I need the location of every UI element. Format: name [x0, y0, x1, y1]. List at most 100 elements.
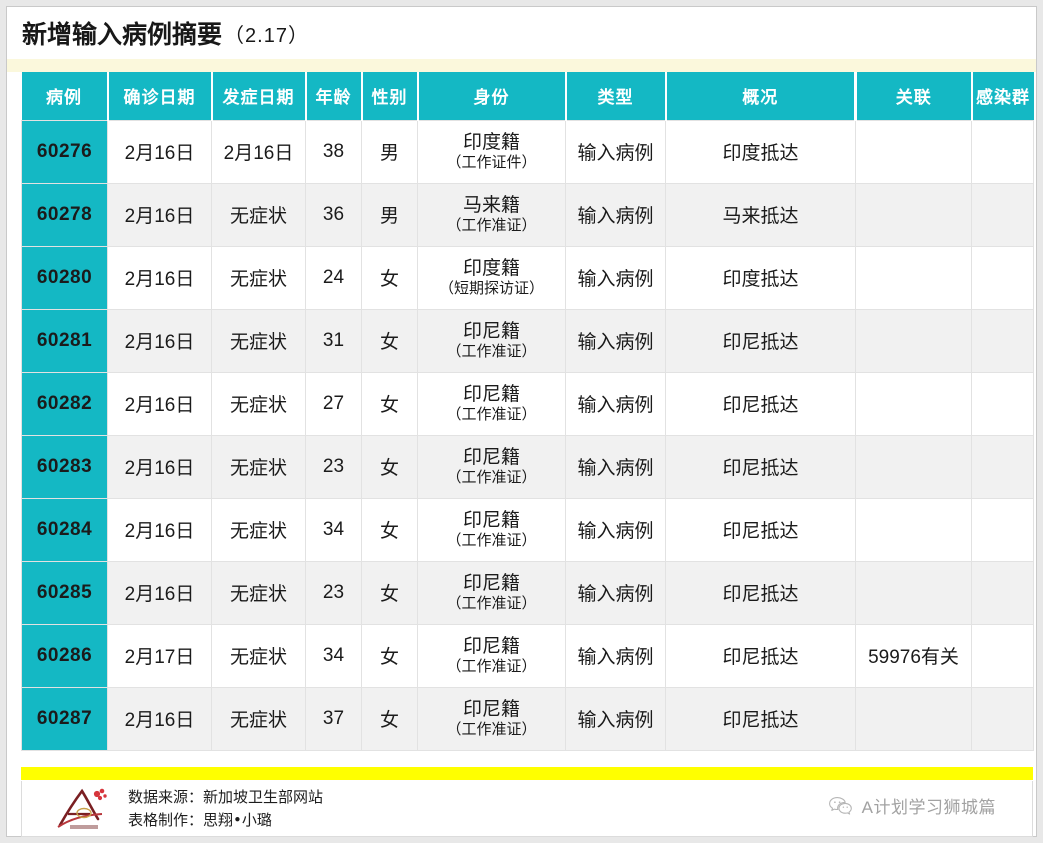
- wechat-account-name: A计划学习狮城篇: [862, 793, 996, 818]
- cell-cluster: [972, 624, 1034, 687]
- cell-age: 23: [306, 435, 362, 498]
- table-row: 602852月16日无症状23女印尼籍（工作准证）输入病例印尼抵达: [22, 561, 1034, 624]
- cell-gender: 女: [362, 372, 418, 435]
- table-row: 602832月16日无症状23女印尼籍（工作准证）输入病例印尼抵达: [22, 435, 1034, 498]
- cell-cluster: [972, 561, 1034, 624]
- table-body: 602762月16日2月16日38男印度籍（工作证件）输入病例印度抵达60278…: [22, 120, 1034, 750]
- cell-gender: 女: [362, 309, 418, 372]
- cell-identity: 印度籍（短期探访证）: [418, 246, 566, 309]
- footer-author-line: 表格制作：思翔•小璐: [128, 809, 323, 832]
- cell-confirm-date: 2月16日: [108, 498, 212, 561]
- cell-case-id: 60282: [22, 372, 108, 435]
- cell-summary: 印尼抵达: [666, 372, 856, 435]
- cell-confirm-date: 2月16日: [108, 687, 212, 750]
- footer-credit-text: 数据来源：新加坡卫生部网站 表格制作：思翔•小璐: [128, 786, 323, 833]
- cell-case-type: 输入病例: [566, 624, 666, 687]
- cell-link: [856, 246, 972, 309]
- column-header-identity: 身份: [418, 72, 566, 120]
- cell-onset-date: 无症状: [212, 624, 306, 687]
- cell-age: 24: [306, 246, 362, 309]
- cell-onset-date: 无症状: [212, 435, 306, 498]
- cell-identity: 印尼籍（工作准证）: [418, 435, 566, 498]
- case-summary-table: 病例 确诊日期 发症日期 年龄 性别 身份 类型 概况 关联 感染群 60276…: [21, 72, 1034, 751]
- cell-age: 34: [306, 624, 362, 687]
- cell-cluster: [972, 498, 1034, 561]
- column-header-case: 病例: [22, 72, 108, 120]
- cell-link: [856, 309, 972, 372]
- footer-bar: 数据来源：新加坡卫生部网站 表格制作：思翔•小璐 A计划学习狮城篇: [21, 781, 1033, 837]
- cell-age: 38: [306, 120, 362, 183]
- cell-summary: 马来抵达: [666, 183, 856, 246]
- cell-confirm-date: 2月16日: [108, 183, 212, 246]
- cell-confirm-date: 2月16日: [108, 120, 212, 183]
- identity-nationality: 印度籍: [422, 132, 561, 153]
- identity-nationality: 印尼籍: [422, 636, 561, 657]
- cell-case-type: 输入病例: [566, 687, 666, 750]
- cell-gender: 男: [362, 183, 418, 246]
- cell-confirm-date: 2月16日: [108, 372, 212, 435]
- column-header-onset: 发症日期: [212, 72, 306, 120]
- identity-nationality: 印度籍: [422, 258, 561, 279]
- cell-age: 36: [306, 183, 362, 246]
- cell-link: [856, 183, 972, 246]
- cell-onset-date: 无症状: [212, 561, 306, 624]
- a-plan-logo-icon: [54, 785, 116, 833]
- cell-case-id: 60286: [22, 624, 108, 687]
- identity-nationality: 印尼籍: [422, 699, 561, 720]
- cell-cluster: [972, 183, 1034, 246]
- cell-case-type: 输入病例: [566, 183, 666, 246]
- cell-link: [856, 498, 972, 561]
- identity-pass-type: （工作准证）: [422, 406, 561, 423]
- cell-confirm-date: 2月16日: [108, 435, 212, 498]
- wechat-account-block: A计划学习狮城篇: [828, 793, 996, 818]
- cell-case-id: 60284: [22, 498, 108, 561]
- footer-credit-block: 数据来源：新加坡卫生部网站 表格制作：思翔•小璐: [54, 785, 323, 833]
- cell-summary: 印尼抵达: [666, 309, 856, 372]
- cell-onset-date: 2月16日: [212, 120, 306, 183]
- table-row: 602842月16日无症状34女印尼籍（工作准证）输入病例印尼抵达: [22, 498, 1034, 561]
- cell-case-type: 输入病例: [566, 372, 666, 435]
- cell-case-type: 输入病例: [566, 246, 666, 309]
- page-title-bar: 新增输入病例摘要 （2.17）: [7, 7, 1036, 59]
- cell-identity: 印尼籍（工作准证）: [418, 309, 566, 372]
- cell-case-type: 输入病例: [566, 498, 666, 561]
- identity-pass-type: （工作准证）: [422, 532, 561, 549]
- wechat-icon: [828, 796, 854, 816]
- identity-pass-type: （工作准证）: [422, 721, 561, 738]
- table-row: 602782月16日无症状36男马来籍（工作准证）输入病例马来抵达: [22, 183, 1034, 246]
- cell-age: 37: [306, 687, 362, 750]
- identity-pass-type: （工作准证）: [422, 217, 561, 234]
- cell-identity: 印尼籍（工作准证）: [418, 372, 566, 435]
- identity-nationality: 印尼籍: [422, 510, 561, 531]
- cell-link: [856, 120, 972, 183]
- page-title: 新增输入病例摘要: [22, 15, 222, 51]
- cell-onset-date: 无症状: [212, 687, 306, 750]
- cell-cluster: [972, 309, 1034, 372]
- cell-identity: 印度籍（工作证件）: [418, 120, 566, 183]
- column-header-link: 关联: [856, 72, 972, 120]
- cell-confirm-date: 2月17日: [108, 624, 212, 687]
- cream-separator: [7, 59, 1036, 72]
- table-row: 602862月17日无症状34女印尼籍（工作准证）输入病例印尼抵达59976有关: [22, 624, 1034, 687]
- cell-confirm-date: 2月16日: [108, 309, 212, 372]
- cell-cluster: [972, 372, 1034, 435]
- cell-confirm-date: 2月16日: [108, 561, 212, 624]
- cell-confirm-date: 2月16日: [108, 246, 212, 309]
- table-row: 602802月16日无症状24女印度籍（短期探访证）输入病例印度抵达: [22, 246, 1034, 309]
- cell-summary: 印尼抵达: [666, 687, 856, 750]
- cell-onset-date: 无症状: [212, 498, 306, 561]
- table-row: 602872月16日无症状37女印尼籍（工作准证）输入病例印尼抵达: [22, 687, 1034, 750]
- cell-link: [856, 435, 972, 498]
- table-row: 602822月16日无症状27女印尼籍（工作准证）输入病例印尼抵达: [22, 372, 1034, 435]
- cell-link: [856, 561, 972, 624]
- cell-identity: 印尼籍（工作准证）: [418, 498, 566, 561]
- column-header-type: 类型: [566, 72, 666, 120]
- cell-gender: 女: [362, 435, 418, 498]
- cell-age: 34: [306, 498, 362, 561]
- cell-gender: 女: [362, 561, 418, 624]
- page-card: 新增输入病例摘要 （2.17） 病例 确诊日期 发症日期 年龄 性别 身份 类型: [6, 6, 1037, 837]
- cell-onset-date: 无症状: [212, 372, 306, 435]
- column-header-gender: 性别: [362, 72, 418, 120]
- identity-nationality: 印尼籍: [422, 447, 561, 468]
- cell-link: [856, 372, 972, 435]
